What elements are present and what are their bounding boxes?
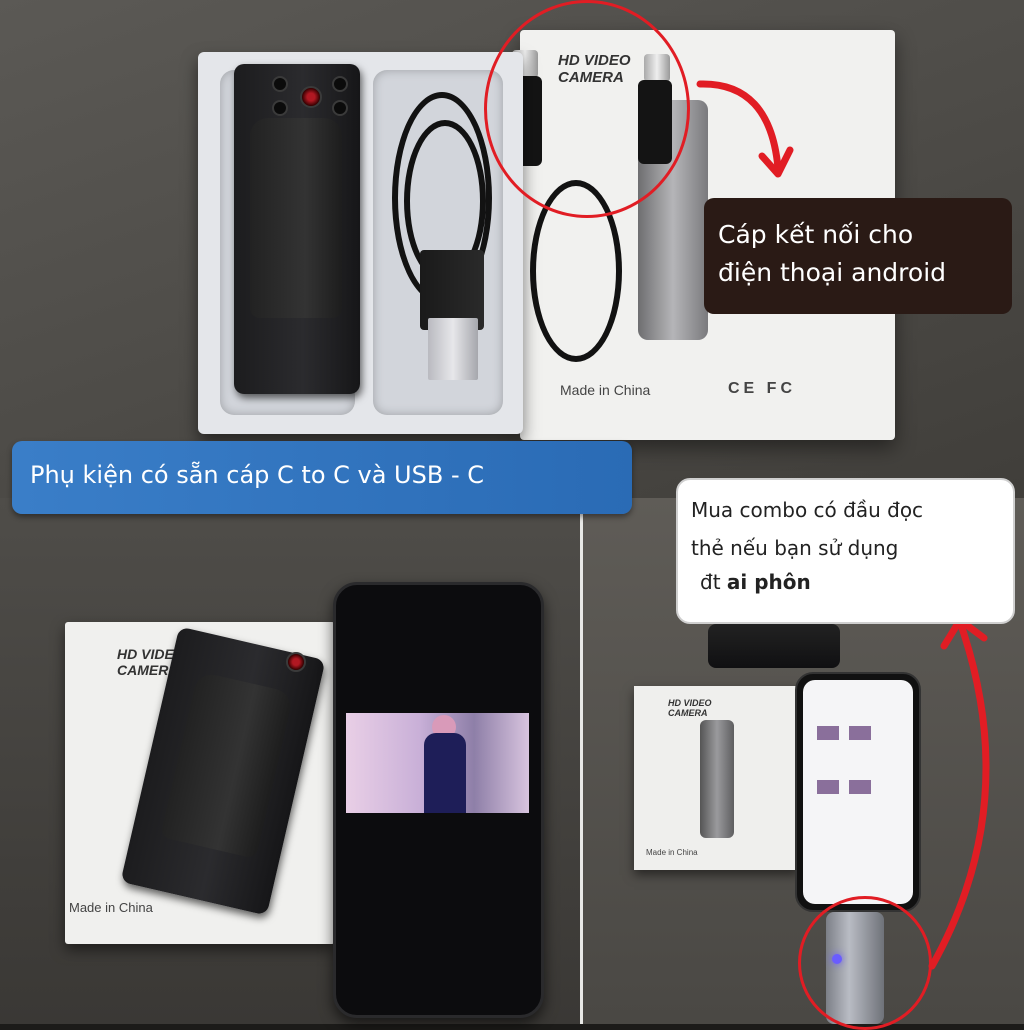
- panel-divider: [580, 498, 583, 1024]
- top-photo-panel: HD VIDEO CAMERA Made in China CE FC Cáp …: [0, 0, 1024, 498]
- video-thumbnail: [817, 780, 839, 794]
- box-made-in-text: Made in China: [560, 382, 651, 398]
- camera-clip: [250, 118, 342, 318]
- box-made-in-text: Made in China: [646, 848, 698, 857]
- video-thumbnail: [849, 780, 871, 794]
- camera-ir-led-icon: [332, 76, 348, 92]
- callout-line-1: Mua combo có đầu đọc: [691, 498, 924, 522]
- highlight-circle-cable: [484, 0, 690, 218]
- callout-line-2: thẻ nếu bạn sử dụng: [691, 536, 899, 560]
- preview-person-body: [424, 733, 466, 813]
- usb-a-connector: [428, 318, 478, 380]
- banner-text: Phụ kiện có sẵn cáp C to C và USB - C: [30, 461, 484, 489]
- android-cable-callout: Cáp kết nối cho điện thoại android: [704, 198, 1012, 314]
- box-camera-illustration: [700, 720, 734, 838]
- iphone-file-browser: [803, 680, 913, 904]
- android-phone: [333, 582, 544, 1018]
- body-camera-small: [708, 624, 840, 668]
- box-made-in-text: Made in China: [69, 900, 153, 915]
- camera-ir-led-icon: [332, 100, 348, 116]
- callout-line-3-bold: ai phôn: [726, 570, 811, 594]
- iphone: [795, 672, 921, 912]
- video-thumbnail: [817, 726, 839, 740]
- iphone-combo-callout: Mua combo có đầu đọc thẻ nếu bạn sử dụng…: [676, 478, 1015, 624]
- curved-arrow-icon: [696, 80, 794, 178]
- box-brand-text: HD VIDEO CAMERA: [668, 698, 712, 718]
- camera-box-bottom-right: HD VIDEO CAMERA Made in China: [634, 686, 799, 870]
- callout-line-2: điện thoại android: [718, 258, 947, 287]
- accessory-banner: Phụ kiện có sẵn cáp C to C và USB - C: [12, 441, 632, 514]
- camera-lens-icon: [300, 86, 322, 108]
- callout-line-3: đt ai phôn: [700, 570, 811, 594]
- callout-line-1: Cáp kết nối cho: [718, 220, 914, 249]
- box-certification-marks: CE FC: [728, 380, 796, 397]
- camera-lens-icon: [286, 652, 306, 672]
- phone-video-preview: [346, 713, 529, 813]
- camera-ir-led-icon: [272, 76, 288, 92]
- callout-line-3-prefix: đt: [700, 570, 727, 594]
- curved-arrow-up-icon: [928, 616, 990, 970]
- video-thumbnail: [849, 726, 871, 740]
- camera-ir-led-icon: [272, 100, 288, 116]
